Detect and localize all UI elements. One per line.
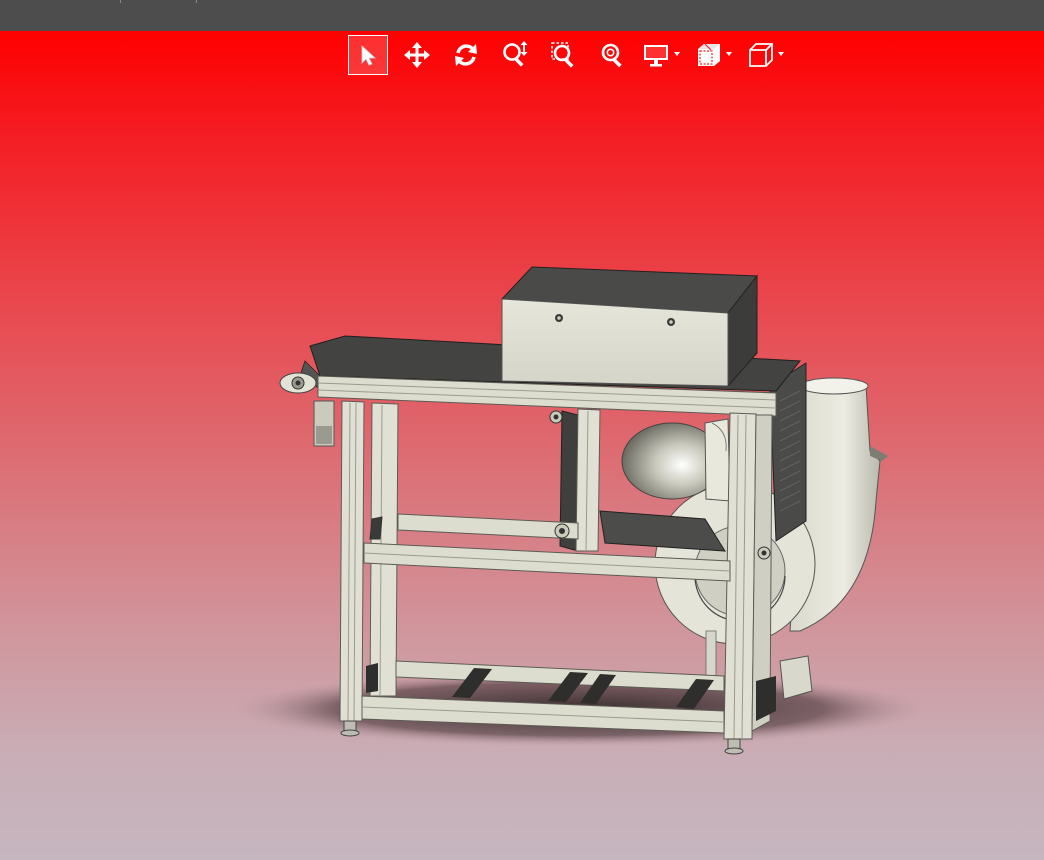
cad-model[interactable] [0,31,1044,860]
window-title-bar [0,0,1044,32]
title-bar-separator [196,0,197,3]
drive-motor[interactable] [621,418,731,502]
inspection-housing[interactable] [500,266,758,388]
title-bar-separator [120,0,121,3]
graphics-viewport[interactable] [0,31,1044,860]
